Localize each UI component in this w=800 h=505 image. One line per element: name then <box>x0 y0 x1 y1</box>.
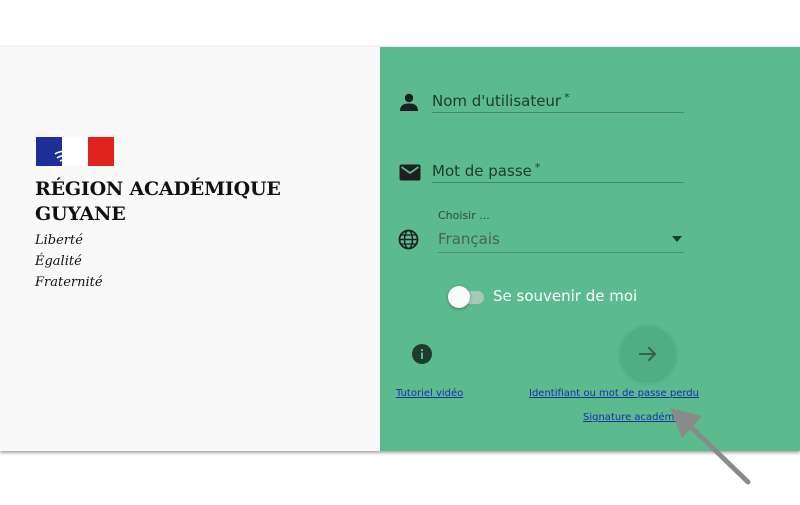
username-required-mark: * <box>564 91 570 104</box>
language-caption: Choisir ... <box>438 209 490 222</box>
arrow-right-icon <box>639 346 657 362</box>
tutorial-link[interactable]: Tutoriel vidéo <box>396 388 463 399</box>
motto: Liberté Égalité Fraternité <box>35 230 103 293</box>
motto-egalite: Égalité <box>35 254 82 269</box>
marianne-logo <box>36 137 114 166</box>
remember-toggle-knob[interactable] <box>448 286 470 308</box>
dropdown-arrow-icon[interactable] <box>672 236 682 242</box>
motto-fraternite: Fraternité <box>35 275 103 290</box>
region-line-2: GUYANE <box>35 203 126 225</box>
branding-panel: RÉGION ACADÉMIQUE GUYANE Liberté Égalité… <box>0 47 380 451</box>
username-label: Nom d'utilisateur <box>432 92 562 110</box>
language-select[interactable]: Français <box>438 230 500 248</box>
region-line-1: RÉGION ACADÉMIQUE <box>35 178 281 200</box>
info-icon[interactable] <box>412 344 432 364</box>
submit-button[interactable] <box>620 326 676 382</box>
lost-credentials-link[interactable]: Identifiant ou mot de passe perdu <box>529 388 699 399</box>
password-label: Mot de passe <box>432 162 532 180</box>
password-underline <box>432 182 684 183</box>
username-underline <box>432 112 684 113</box>
marianne-profile-icon <box>54 138 87 164</box>
region-title: RÉGION ACADÉMIQUE GUYANE <box>35 177 281 227</box>
password-required-mark: * <box>534 161 541 174</box>
language-underline <box>438 252 684 253</box>
email-icon <box>399 164 421 181</box>
globe-icon <box>398 229 419 250</box>
person-icon <box>400 93 418 111</box>
annotation-arrow-icon <box>670 408 751 485</box>
motto-liberte: Liberté <box>35 233 83 248</box>
remember-label: Se souvenir de moi <box>493 287 638 305</box>
username-field[interactable]: Nom d'utilisateur * <box>432 91 570 110</box>
password-field[interactable]: Mot de passe * <box>432 161 540 180</box>
